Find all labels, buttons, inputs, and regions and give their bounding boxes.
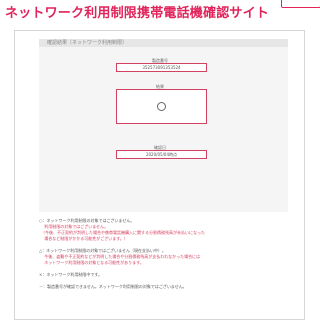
imei-value: 352573091353524 [142, 65, 181, 70]
header-button[interactable] [281, 0, 320, 8]
section-header: 確認結果（ネットワーク利用制限） [39, 39, 288, 47]
site-title: ネットワーク利用制限携帯電話機確認サイト [5, 6, 270, 21]
legend-line: 利用制限の対象ではございません。 [39, 224, 109, 229]
result-panel: 製造番号 352573091353524 結果 確認日 2020/05/04時点 [39, 47, 288, 212]
top-bar: ネットワーク利用制限携帯電話機確認サイト [0, 0, 320, 24]
imei-value-box: 352573091353524 [116, 63, 207, 72]
legend-line: ネットワーク利用制限の対象となる可能性があります。 [39, 260, 144, 265]
legend-line-circle: ○：ネットワーク利用制限の対象ではございません。 [39, 218, 135, 223]
legend: ○：ネットワーク利用制限の対象ではございません。 利用制限の対象ではございません… [39, 218, 288, 318]
status-box [116, 89, 207, 124]
legend-line-triangle: △：ネットワーク利用制限の対象ではございません（現在支払い中）。 [39, 248, 166, 253]
date-value: 2020/05/04時点 [145, 152, 178, 157]
status-circle-icon [156, 101, 166, 111]
legend-line: 今後、盗難や不正契約などが判明した場合や分割債務残高が支払われなかった場合には [39, 254, 201, 259]
date-value-box: 2020/05/04時点 [116, 150, 207, 159]
legend-line: 場合など制限がかかる可能性がございます。） [39, 236, 128, 241]
legend-line-cross: ×：ネットワーク利用制限中です。 [39, 272, 102, 277]
legend-line-dash: －：製造番号が確認できません。ネットワーク利用制限の対象ではございません。 [39, 284, 187, 289]
legend-line: （今後、不正契約が判明した場合や携帯電話機購入に関する分割債務残高が未払いになっ… [39, 230, 205, 235]
